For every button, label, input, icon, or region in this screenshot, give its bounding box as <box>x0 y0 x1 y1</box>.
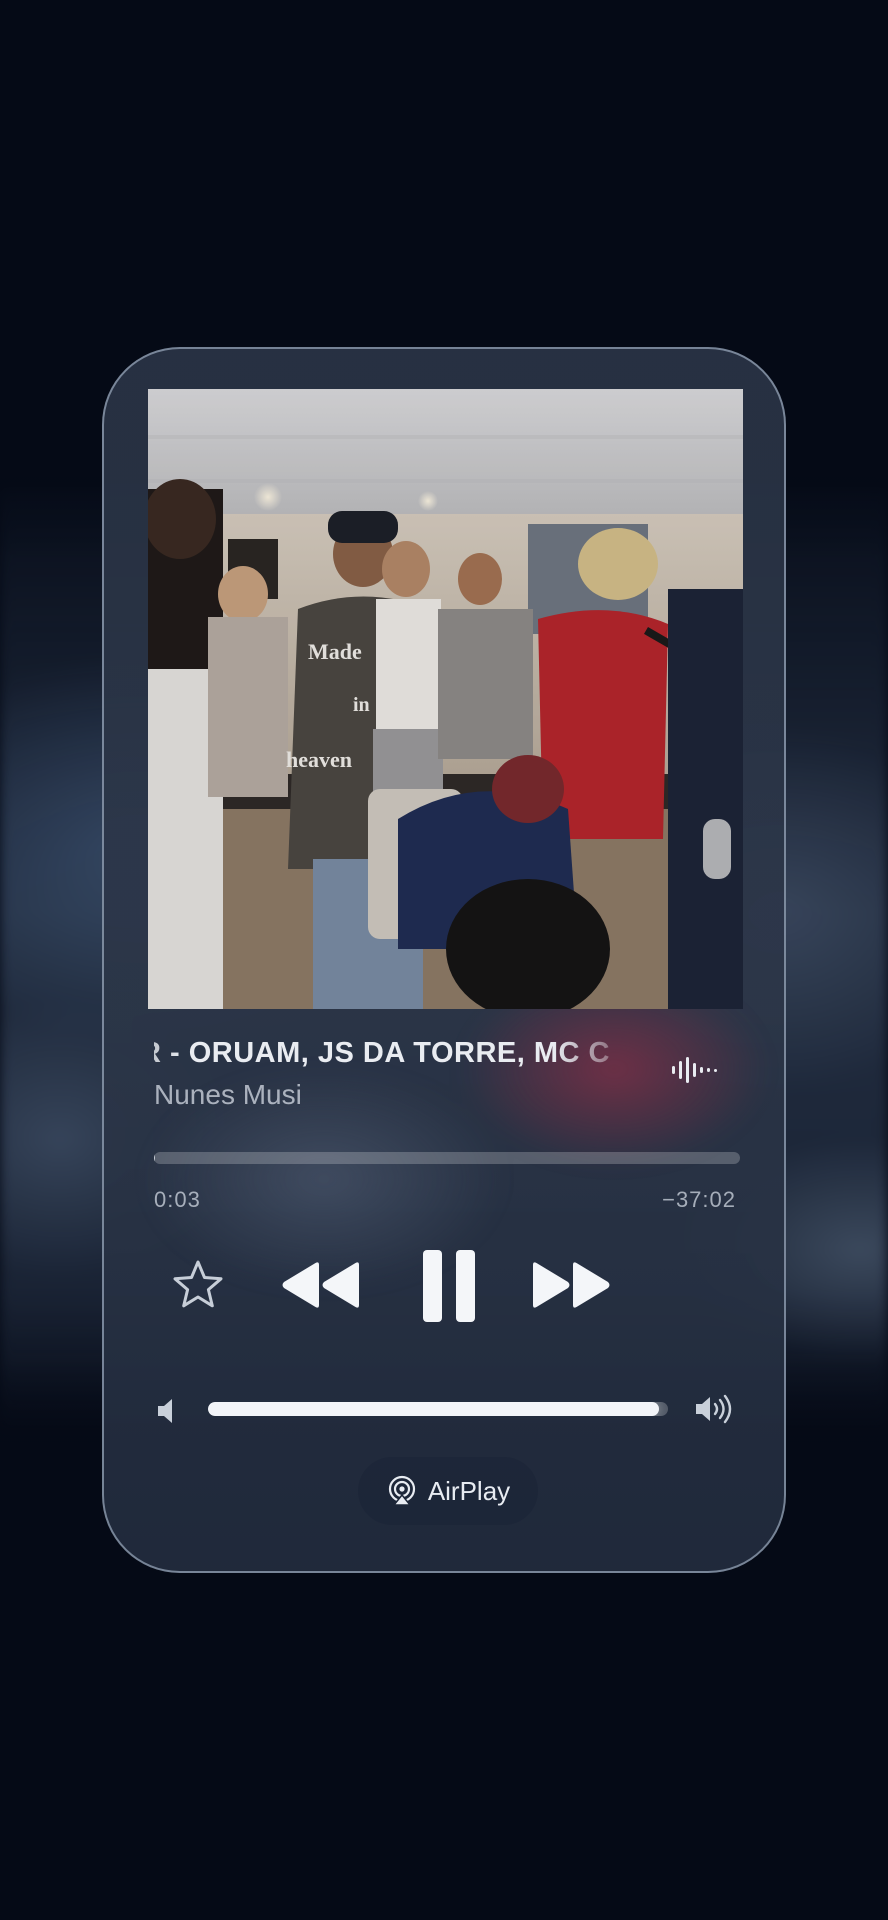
backward-icon <box>282 1262 359 1308</box>
speaker-high-icon <box>696 1394 732 1424</box>
track-title-text: R - ORUAM, JS DA TORRE, MC C <box>154 1037 610 1069</box>
audio-waveform-icon <box>672 1057 717 1083</box>
playback-scrubber[interactable] <box>154 1152 740 1164</box>
airplay-button[interactable]: AirPlay <box>358 1457 538 1525</box>
pause-icon <box>423 1250 475 1322</box>
track-artist-text: Nunes Musi <box>154 1079 302 1110</box>
forward-icon <box>533 1262 610 1308</box>
elapsed-time: 0:03 <box>154 1187 201 1212</box>
track-artist[interactable]: Nunes Musi <box>154 1079 404 1119</box>
rewind-button[interactable] <box>276 1255 366 1315</box>
volume-slider[interactable] <box>208 1402 668 1416</box>
remaining-time: −37:02 <box>662 1187 736 1212</box>
pause-button[interactable] <box>414 1243 484 1329</box>
now-playing-card: Made in heaven R - ORUAM, JS DA TORRE, M… <box>102 347 786 1573</box>
playback-progress-fill <box>154 1152 155 1164</box>
favorite-button[interactable] <box>168 1255 228 1315</box>
airplay-label: AirPlay <box>427 1475 511 1506</box>
artwork-image: Made in heaven <box>148 389 743 1009</box>
star-outline-icon <box>173 1260 223 1308</box>
shadow-overlay <box>148 389 743 1009</box>
album-artwork[interactable]: Made in heaven <box>148 389 743 1009</box>
airplay-icon <box>388 1475 415 1506</box>
fast-forward-button[interactable] <box>526 1255 616 1315</box>
track-title: R - ORUAM, JS DA TORRE, MC C <box>154 1037 642 1077</box>
speaker-low-icon <box>158 1399 172 1423</box>
volume-slider-fill <box>208 1402 659 1416</box>
